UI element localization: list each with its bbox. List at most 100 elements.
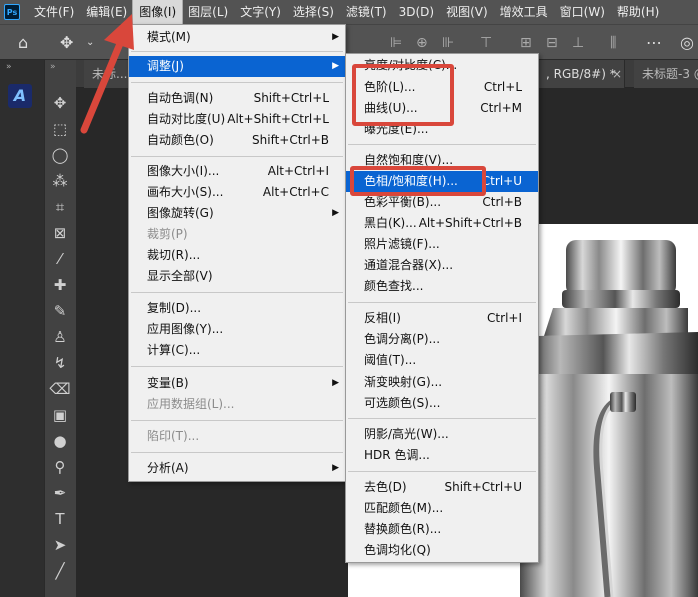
menu-file[interactable]: 文件(F)	[28, 0, 80, 24]
move-tool-icon[interactable]: ✥	[60, 33, 73, 53]
menu-item-variables[interactable]: 变量(B) ▶	[129, 373, 345, 394]
menu-separator	[348, 144, 536, 145]
move-tool-icon[interactable]: ✥	[48, 92, 72, 114]
menu-separator	[348, 302, 536, 303]
photoshop-logo: Ps	[4, 4, 20, 20]
menu-item-mode[interactable]: 模式(M) ▶	[129, 27, 345, 48]
menu-view[interactable]: 视图(V)	[440, 0, 494, 24]
quick-select-tool-icon[interactable]: ⁂	[48, 170, 72, 192]
menu-select[interactable]: 选择(S)	[287, 0, 340, 24]
app-extension-icon[interactable]: A	[8, 84, 32, 108]
menu-separator	[131, 82, 343, 83]
path-select-tool-icon[interactable]: ➤	[48, 534, 72, 556]
distribute-center-icon[interactable]: ⊟	[546, 33, 558, 53]
submenu-arrow-icon: ▶	[332, 61, 339, 71]
menu-separator	[131, 156, 343, 157]
submenu-item-desaturate[interactable]: 去色(D) Shift+Ctrl+U	[346, 477, 538, 498]
submenu-item-selective-color[interactable]: 可选颜色(S)...	[346, 393, 538, 414]
menu-item-auto-tone[interactable]: 自动色调(N) Shift+Ctrl+L	[129, 88, 345, 109]
submenu-item-match-color[interactable]: 匹配颜色(M)...	[346, 498, 538, 519]
submenu-arrow-icon: ▶	[332, 378, 339, 388]
menu-window[interactable]: 窗口(W)	[554, 0, 611, 24]
crop-tool-icon[interactable]: ⌗	[48, 196, 72, 218]
menu-layer[interactable]: 图层(L)	[182, 0, 234, 24]
menu-item-crop: 裁剪(P)	[147, 227, 188, 241]
menu-separator	[348, 418, 536, 419]
close-tab-icon[interactable]: ×	[608, 60, 626, 88]
submenu-item-invert[interactable]: 反相(I) Ctrl+I	[346, 308, 538, 329]
menu-item-adjustments[interactable]: 调整(J) ▶	[129, 56, 345, 77]
menu-item-image-size[interactable]: 图像大小(I)... Alt+Ctrl+I	[129, 161, 345, 182]
menu-item-canvas-size[interactable]: 画布大小(S)... Alt+Ctrl+C	[129, 182, 345, 203]
eraser-tool-icon[interactable]: ⌫	[48, 378, 72, 400]
submenu-arrow-icon: ▶	[332, 208, 339, 218]
more-options-icon[interactable]: ⋯	[646, 33, 662, 53]
brush-tool-icon[interactable]: ✎	[48, 300, 72, 322]
menu-item-analysis[interactable]: 分析(A) ▶	[129, 458, 345, 479]
menu-separator	[131, 366, 343, 367]
menu-3d[interactable]: 3D(D)	[393, 0, 440, 24]
menu-item-calculations[interactable]: 计算(C)...	[129, 340, 345, 361]
type-tool-icon[interactable]: T	[48, 508, 72, 530]
submenu-item-threshold[interactable]: 阈值(T)...	[346, 350, 538, 371]
submenu-item-posterize[interactable]: 色调分离(P)...	[346, 329, 538, 350]
image-menu: 模式(M) ▶ 调整(J) ▶ 自动色调(N) Shift+Ctrl+L 自动对…	[128, 24, 346, 482]
align-left-icon[interactable]: ⊫	[390, 33, 402, 53]
gradient-tool-icon[interactable]: ▣	[48, 404, 72, 426]
submenu-item-color-lookup[interactable]: 颜色查找...	[346, 276, 538, 297]
menu-filter[interactable]: 滤镜(T)	[340, 0, 393, 24]
align-right-icon[interactable]: ⊪	[442, 33, 454, 53]
distribute-bottom-icon[interactable]: ⊥	[572, 33, 584, 53]
blur-tool-icon[interactable]: ●	[48, 430, 72, 452]
annotation-box-levels-curves	[352, 64, 454, 126]
history-brush-tool-icon[interactable]: ↯	[48, 352, 72, 374]
menu-item-apply-image[interactable]: 应用图像(Y)...	[129, 319, 345, 340]
menu-item-auto-contrast[interactable]: 自动对比度(U) Alt+Shift+Ctrl+L	[129, 109, 345, 130]
home-icon[interactable]: ⌂	[18, 33, 28, 53]
menu-item-duplicate[interactable]: 复制(D)...	[129, 298, 345, 319]
distribute-h-icon[interactable]: ⫼	[610, 33, 616, 53]
lasso-tool-icon[interactable]: ◯	[48, 144, 72, 166]
document-tab-3[interactable]: 未标题-3 @	[634, 60, 698, 88]
align-center-icon[interactable]: ⊕	[416, 33, 428, 53]
submenu-item-equalize[interactable]: 色调均化(Q)	[346, 540, 538, 561]
dodge-tool-icon[interactable]: ⚲	[48, 456, 72, 478]
annotation-box-hue-saturation	[350, 166, 486, 196]
menu-image[interactable]: 图像(I)	[132, 0, 184, 25]
menu-separator	[131, 51, 343, 52]
distribute-icon[interactable]: ⊞	[520, 33, 532, 53]
menu-help[interactable]: 帮助(H)	[611, 0, 665, 24]
frame-tool-icon[interactable]: ⊠	[48, 222, 72, 244]
align-top-icon[interactable]: ⊤	[480, 33, 492, 53]
menu-edit[interactable]: 编辑(E)	[80, 0, 133, 24]
3d-mode-icon[interactable]: ◎	[680, 33, 694, 53]
submenu-item-hdr-toning[interactable]: HDR 色调...	[346, 445, 538, 466]
chevron-down-icon[interactable]: ⌄	[86, 33, 94, 53]
marquee-tool-icon[interactable]: ⬚	[48, 118, 72, 140]
collapse-panel-icon[interactable]: »	[6, 62, 12, 72]
eyedropper-tool-icon[interactable]: ⁄	[48, 248, 72, 270]
menu-separator	[131, 292, 343, 293]
submenu-item-channel-mixer[interactable]: 通道混合器(X)...	[346, 255, 538, 276]
submenu-item-shadows-highlights[interactable]: 阴影/高光(W)...	[346, 424, 538, 445]
menu-item-image-rotation[interactable]: 图像旋转(G) ▶	[129, 203, 345, 224]
menu-item-apply-data-set: 应用数据组(L)...	[147, 397, 235, 411]
pen-tool-icon[interactable]: ✒	[48, 482, 72, 504]
submenu-item-photo-filter[interactable]: 照片滤镜(F)...	[346, 234, 538, 255]
menu-type[interactable]: 文字(Y)	[234, 0, 287, 24]
healing-brush-tool-icon[interactable]: ✚	[48, 274, 72, 296]
line-tool-icon[interactable]: ╱	[48, 560, 72, 582]
submenu-arrow-icon: ▶	[332, 32, 339, 42]
menu-item-reveal-all[interactable]: 显示全部(V)	[129, 266, 345, 287]
collapse-tools-icon[interactable]: »	[50, 62, 56, 72]
menu-separator	[131, 420, 343, 421]
adjustments-submenu: 亮度/对比度(C)... 色阶(L)... Ctrl+L 曲线(U)... Ct…	[345, 53, 539, 563]
stamp-tool-icon[interactable]: ♙	[48, 326, 72, 348]
menu-item-trim[interactable]: 裁切(R)...	[129, 245, 345, 266]
submenu-item-gradient-map[interactable]: 渐变映射(G)...	[346, 372, 538, 393]
menu-item-auto-color[interactable]: 自动颜色(O) Shift+Ctrl+B	[129, 130, 345, 151]
submenu-item-replace-color[interactable]: 替换颜色(R)...	[346, 519, 538, 540]
submenu-item-black-white[interactable]: 黑白(K)... Alt+Shift+Ctrl+B	[346, 213, 538, 234]
menu-plugins[interactable]: 增效工具	[494, 0, 554, 24]
menu-separator	[131, 452, 343, 453]
